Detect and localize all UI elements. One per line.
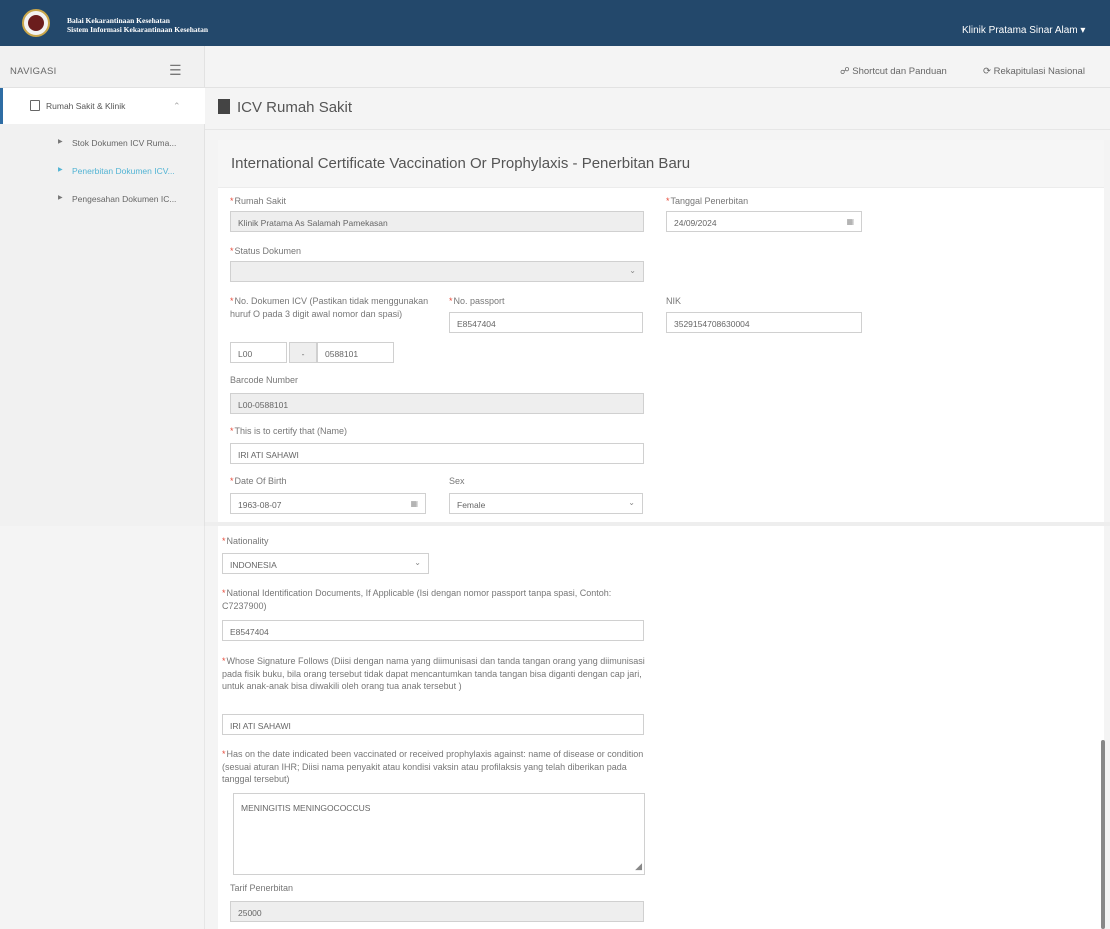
page-title-bar: ICV Rumah Sakit <box>205 88 1110 130</box>
page-title: ICV Rumah Sakit <box>237 99 353 116</box>
sidebar-item-label: Stok Dokumen ICV Ruma... <box>72 138 177 148</box>
resize-handle-icon[interactable]: ◢ <box>635 861 642 872</box>
nik-input[interactable]: 3529154708630004 <box>666 312 862 333</box>
caret-right-icon: ▶ <box>58 167 63 173</box>
name-label: *This is to certify that (Name) <box>230 426 348 436</box>
passport-input[interactable]: E8547404 <box>449 312 643 333</box>
nik-label: NIK <box>666 296 682 306</box>
chevron-up-icon: ⌃ <box>173 101 181 111</box>
sex-select[interactable]: Female ⌄ <box>449 493 643 514</box>
disease-label: *Has on the date indicated been vaccinat… <box>222 749 644 784</box>
no-dokumen-label: *No. Dokumen ICV (Pastikan tidak menggun… <box>230 296 429 319</box>
status-dokumen-label: *Status Dokumen <box>230 246 302 256</box>
agency-logo <box>22 9 50 37</box>
signature-label: *Whose Signature Follows (Diisi dengan n… <box>222 656 645 691</box>
calendar-icon: ▦ <box>846 217 854 226</box>
brand-subtitle: Sistem Informasi Kekarantinaan Kesehatan <box>67 25 209 34</box>
hamburger-menu-icon[interactable]: ☰ <box>169 62 182 79</box>
sidebar: NAVIGASI ☰ Rumah Sakit & Klinik ⌃ ▶ Stok… <box>0 46 205 526</box>
sidebar-lower <box>0 526 205 929</box>
no-dokumen-separator: - <box>289 342 317 363</box>
top-navbar: Balai Kekarantinaan Kesehatan Sistem Inf… <box>0 0 1110 46</box>
passport-label: *No. passport <box>449 296 505 306</box>
panel-header: International Certificate Vaccination Or… <box>218 140 1104 188</box>
rumah-sakit-field: Klinik Pratama As Salamah Pamekasan <box>230 211 644 232</box>
disease-textarea[interactable]: MENINGITIS MENINGOCOCCUS ◢ <box>233 793 645 875</box>
sidebar-item-label: Penerbitan Dokumen ICV... <box>72 166 175 176</box>
brand-title: Balai Kekarantinaan Kesehatan <box>67 16 170 25</box>
tanggal-penerbitan-input[interactable]: 24/09/2024 ▦ <box>666 211 862 232</box>
scrollbar-thumb[interactable] <box>1101 740 1105 929</box>
sidebar-item-stok[interactable]: ▶ Stok Dokumen ICV Ruma... <box>0 130 205 158</box>
name-input[interactable]: IRI ATI SAHAWI <box>230 443 644 464</box>
panel-title: International Certificate Vaccination Or… <box>231 155 691 172</box>
barcode-label: Barcode Number <box>230 375 299 385</box>
sidebar-item-label: Pengesahan Dokumen IC... <box>72 194 177 204</box>
tarif-label: Tarif Penerbitan <box>230 883 294 893</box>
sidebar-group-rumah-sakit[interactable]: Rumah Sakit & Klinik ⌃ <box>0 88 205 124</box>
barcode-field: L00-0588101 <box>230 393 644 414</box>
caret-right-icon: ▶ <box>58 195 63 201</box>
nav-title: NAVIGASI <box>10 66 57 77</box>
status-dokumen-select[interactable]: ⌄ <box>230 261 644 282</box>
rumah-sakit-label: *Rumah Sakit <box>230 196 287 206</box>
shortcut-link[interactable]: ☍ Shortcut dan Panduan <box>840 66 947 77</box>
sidebar-group-label: Rumah Sakit & Klinik <box>46 101 126 111</box>
nationality-label: *Nationality <box>222 536 269 546</box>
rekapitulasi-link[interactable]: ⟳ Rekapitulasi Nasional <box>983 66 1085 77</box>
caret-right-icon: ▶ <box>58 139 63 145</box>
document-icon <box>218 99 230 114</box>
toolbar: ☍ Shortcut dan Panduan ⟳ Rekapitulasi Na… <box>205 46 1110 88</box>
chevron-down-icon: ⌄ <box>628 498 635 507</box>
user-menu[interactable]: Klinik Pratama Sinar Alam ▾ <box>962 25 1085 36</box>
national-id-input[interactable]: E8547404 <box>222 620 644 641</box>
no-dokumen-number-input[interactable]: 0588101 <box>317 342 394 363</box>
chevron-down-icon: ⌄ <box>629 266 636 275</box>
tarif-field: 25000 <box>230 901 644 922</box>
dob-input[interactable]: 1963-08-07 ▦ <box>230 493 426 514</box>
sidebar-item-pengesahan[interactable]: ▶ Pengesahan Dokumen IC... <box>0 186 205 214</box>
tanggal-penerbitan-label: *Tanggal Penerbitan <box>666 196 749 206</box>
calendar-icon: ▦ <box>410 499 418 508</box>
dob-label: *Date Of Birth <box>230 476 287 486</box>
no-dokumen-prefix-input[interactable]: L00 <box>230 342 287 363</box>
nationality-select[interactable]: INDONESIA ⌄ <box>222 553 429 574</box>
national-id-label: *National Identification Documents, If A… <box>222 588 612 611</box>
nav-header: NAVIGASI ☰ <box>0 46 205 88</box>
hospital-icon <box>30 100 40 111</box>
sex-label: Sex <box>449 476 465 486</box>
sidebar-item-penerbitan[interactable]: ▶ Penerbitan Dokumen ICV... <box>0 158 205 186</box>
screenshot-divider <box>205 522 1110 526</box>
chevron-down-icon: ⌄ <box>414 558 421 567</box>
signature-input[interactable]: IRI ATI SAHAWI <box>222 714 644 735</box>
